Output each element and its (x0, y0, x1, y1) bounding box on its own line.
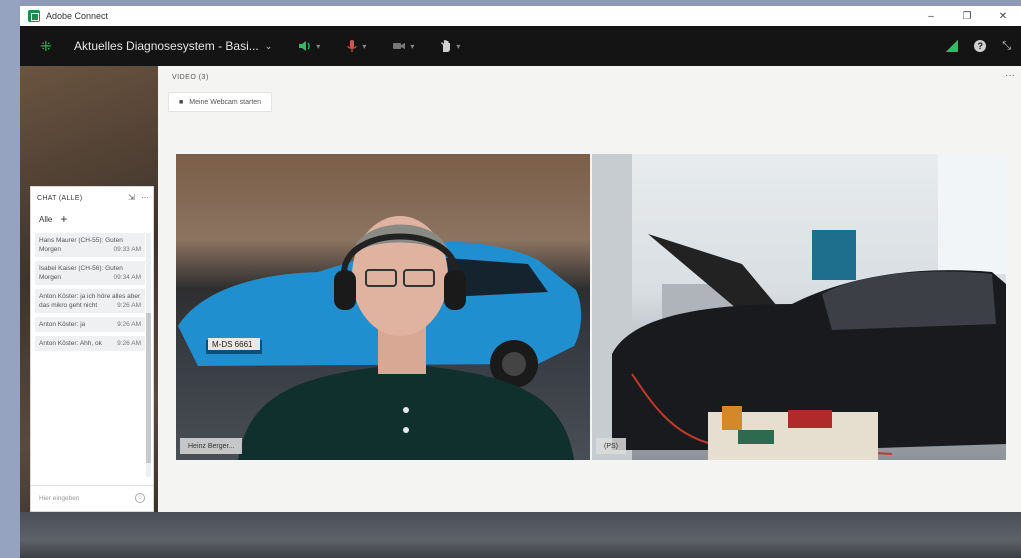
chat-message: Anton Köster: ja 9:26 AM (35, 317, 145, 332)
webcam-icon: ■ (179, 98, 184, 106)
chat-menu-icon[interactable]: ··· (141, 193, 149, 202)
message-time: 9:26 AM (117, 340, 141, 347)
chevron-down-icon: ▾ (456, 41, 461, 51)
chevron-down-icon: ▾ (316, 41, 321, 51)
toolbar-right: ? ⤡ (946, 26, 1011, 66)
chevron-down-icon: ▾ (362, 41, 367, 51)
chat-message: Hans Maurer (CH-55): Guten Morgen 09:33 … (35, 233, 145, 257)
speaker-control[interactable]: ▾ (298, 40, 320, 52)
fullscreen-icon[interactable]: ⤡ (1002, 40, 1011, 53)
chat-scrollbar[interactable] (146, 233, 151, 477)
video-pod-title: VIDEO (3) (172, 74, 209, 81)
message-text: Isabel Kaiser (CH-56): Guten Morgen (39, 265, 123, 281)
desktop-edge (0, 0, 20, 558)
app-logo-icon (28, 10, 40, 22)
add-tab-icon[interactable]: + (60, 213, 67, 225)
app-title: Adobe Connect (46, 11, 109, 21)
chat-message: Anton Köster: Ahh, ok 9:26 AM (35, 336, 145, 351)
meeting-stage: VIDEO (3) ··· ■ Meine Webcam starten M-D… (20, 66, 1021, 558)
video-pod: VIDEO (3) ··· ■ Meine Webcam starten M-D… (158, 66, 1021, 512)
participant-name-label: (PS) (596, 438, 626, 454)
collapse-icon[interactable]: ⇲ (128, 193, 135, 202)
camera-icon (393, 43, 406, 49)
chat-message-list[interactable]: Hans Maurer (CH-55): Guten Morgen 09:33 … (35, 233, 145, 477)
signal-icon (946, 40, 959, 52)
chat-pod: CHAT (ALLE) ⇲ ··· Alle + Hans Maurer (CH… (30, 186, 154, 512)
message-time: 09:34 AM (113, 274, 141, 281)
microphone-control[interactable]: ▾ (346, 39, 366, 53)
speaker-icon (299, 41, 311, 51)
message-text: Hans Maurer (CH-55): Guten Morgen (39, 237, 123, 253)
message-text: Anton Köster: Ahh, ok (39, 340, 102, 347)
message-text: Anton Köster: ja (39, 321, 86, 328)
help-icon[interactable]: ? (974, 40, 987, 52)
chat-tabs: Alle + (31, 209, 153, 229)
participant-name-label: Heinz Berger... (180, 438, 243, 454)
presenter-image (238, 216, 574, 460)
video-pod-menu-icon[interactable]: ··· (1005, 70, 1015, 81)
close-button[interactable]: ✕ (985, 6, 1021, 26)
message-time: 9:26 AM (117, 302, 141, 309)
room-menu-chevron-icon[interactable]: ⌄ (265, 41, 273, 52)
minimize-button[interactable]: – (913, 6, 949, 26)
raise-hand-icon (441, 40, 451, 52)
chat-input-placeholder: Hier eingeben (39, 495, 80, 502)
window-controls: – ❐ ✕ (913, 6, 1021, 26)
background-floor (20, 512, 1021, 558)
chat-input[interactable]: Hier eingeben ☺ (31, 485, 153, 511)
message-time: 9:26 AM (117, 321, 141, 328)
chat-message: Isabel Kaiser (CH-56): Guten Morgen 09:3… (35, 261, 145, 285)
emoji-icon[interactable]: ☺ (135, 493, 145, 503)
video-tile-presenter[interactable]: M-DS 6661 Heinz Berger... (176, 154, 590, 460)
workshop-car-image (592, 154, 1006, 460)
raise-hand-control[interactable]: ▾ (440, 39, 460, 53)
tab-all[interactable]: Alle (39, 215, 52, 224)
chat-controls: ⇲ ··· (128, 193, 149, 202)
video-tile-workshop[interactable]: (PS) (592, 154, 1006, 460)
start-webcam-button[interactable]: ■ Meine Webcam starten (168, 92, 273, 112)
microphone-icon (347, 40, 357, 52)
message-time: 09:33 AM (113, 246, 141, 253)
start-webcam-label: Meine Webcam starten (189, 98, 262, 106)
title-bar: Adobe Connect – ❐ ✕ (20, 6, 1021, 26)
maximize-button[interactable]: ❐ (949, 6, 985, 26)
chevron-down-icon: ▾ (410, 41, 415, 51)
camera-control[interactable]: ▾ (392, 41, 414, 51)
adobe-connect-window: Adobe Connect – ❐ ✕ ⁜ Aktuelles Diagnose… (20, 6, 1021, 558)
meeting-toolbar: ⁜ Aktuelles Diagnosesystem - Basi... ⌄ ▾… (20, 26, 1021, 66)
chat-message: Anton Köster: ja ich höre alles aber das… (35, 289, 145, 313)
room-title[interactable]: Aktuelles Diagnosesystem - Basi... (74, 39, 259, 53)
grid-icon[interactable]: ⁜ (40, 39, 54, 53)
scrollbar-thumb[interactable] (146, 313, 151, 463)
